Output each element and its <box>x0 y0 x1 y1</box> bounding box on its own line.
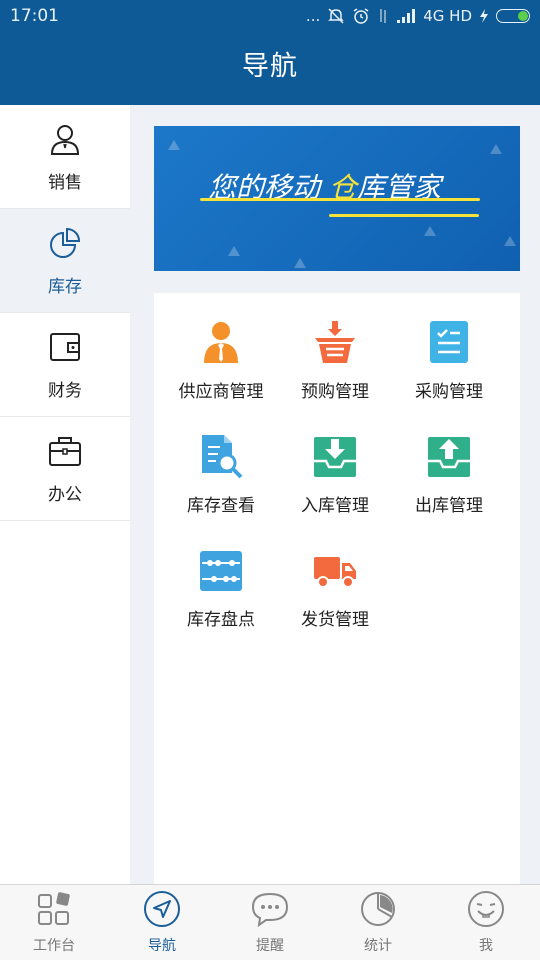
status-time: 17:01 <box>10 6 59 26</box>
checklist-icon <box>426 319 472 369</box>
sidebar-item-inventory[interactable]: 库存 <box>0 209 130 313</box>
status-icons: ... 4G HD <box>306 7 530 25</box>
grid-item-shipping[interactable]: 发货管理 <box>278 547 392 661</box>
page-title: 导航 <box>242 51 298 82</box>
network-type: 4G HD <box>423 7 472 25</box>
banner-underline-2 <box>329 214 479 217</box>
sidebar-item-label: 财务 <box>48 380 82 401</box>
inbox-out-icon <box>426 433 472 483</box>
promo-banner[interactable]: 您的移动 仓库管家 <box>154 126 520 271</box>
tab-statistics[interactable]: 统计 <box>324 885 432 960</box>
data-arrows-icon <box>377 7 389 25</box>
grid-item-preorder[interactable]: 预购管理 <box>278 319 392 433</box>
truck-icon <box>312 547 358 597</box>
banner-underline <box>200 198 480 201</box>
pie-chart-icon <box>359 890 397 932</box>
tab-label: 统计 <box>364 938 392 954</box>
status-dots: ... <box>305 7 321 25</box>
grid-item-label: 发货管理 <box>301 610 369 630</box>
mute-icon <box>327 7 345 25</box>
tab-label: 工作台 <box>33 938 75 954</box>
abacus-icon <box>198 547 244 597</box>
navigation-icon <box>143 890 181 932</box>
tab-reminder[interactable]: 提醒 <box>216 885 324 960</box>
tab-me[interactable]: 我 <box>432 885 540 960</box>
tab-label: 导航 <box>148 938 176 954</box>
grid-item-label: 库存盘点 <box>187 610 255 630</box>
chat-bubble-icon <box>251 890 289 932</box>
pie-chart-icon <box>47 225 83 266</box>
grid-item-label: 库存查看 <box>187 496 255 516</box>
basket-icon <box>312 319 358 369</box>
sidebar-item-label: 销售 <box>48 172 82 193</box>
document-search-icon <box>198 433 244 483</box>
function-grid: 供应商管理 预购管理 采购管理 库存查看 入库管理 出库管理 库存盘点 发货管理 <box>154 293 520 661</box>
grid-item-inbound[interactable]: 入库管理 <box>278 433 392 547</box>
battery-icon <box>496 9 530 23</box>
sidebar-item-office[interactable]: 办公 <box>0 417 130 521</box>
briefcase-icon <box>47 433 83 474</box>
category-sidebar: 销售 库存 财务 办公 <box>0 105 130 884</box>
sidebar-item-finance[interactable]: 财务 <box>0 313 130 417</box>
user-icon <box>47 121 83 162</box>
function-panel: 供应商管理 预购管理 采购管理 库存查看 入库管理 出库管理 库存盘点 发货管理 <box>154 293 520 884</box>
grid-item-label: 供应商管理 <box>178 382 264 402</box>
grid-item-outbound[interactable]: 出库管理 <box>392 433 506 547</box>
grid-item-stocktaking[interactable]: 库存盘点 <box>164 547 278 661</box>
grid-item-label: 采购管理 <box>415 382 483 402</box>
sidebar-item-label: 库存 <box>48 276 82 297</box>
signal-icon <box>396 8 416 24</box>
tab-label: 提醒 <box>256 938 284 954</box>
grid-item-label: 出库管理 <box>415 496 483 516</box>
grid-item-label: 入库管理 <box>301 496 369 516</box>
bottom-tab-bar: 工作台 导航 提醒 统计 我 <box>0 884 540 960</box>
wallet-icon <box>47 329 83 370</box>
tab-label: 我 <box>479 938 493 954</box>
alarm-icon <box>352 7 370 25</box>
grid-icon <box>35 890 73 932</box>
sidebar-item-sales[interactable]: 销售 <box>0 105 130 209</box>
grid-item-supplier[interactable]: 供应商管理 <box>164 319 278 433</box>
tab-navigation[interactable]: 导航 <box>108 885 216 960</box>
app-header: 17:01 ... 4G HD 导航 <box>0 0 540 105</box>
supplier-icon <box>198 319 244 369</box>
sidebar-item-label: 办公 <box>48 484 82 505</box>
smiley-icon <box>467 890 505 932</box>
charging-icon <box>479 8 489 24</box>
grid-item-label: 预购管理 <box>301 382 369 402</box>
grid-item-purchase[interactable]: 采购管理 <box>392 319 506 433</box>
status-bar: 17:01 ... 4G HD <box>0 0 540 32</box>
tab-workbench[interactable]: 工作台 <box>0 885 108 960</box>
inbox-in-icon <box>312 433 358 483</box>
grid-item-stock-view[interactable]: 库存查看 <box>164 433 278 547</box>
